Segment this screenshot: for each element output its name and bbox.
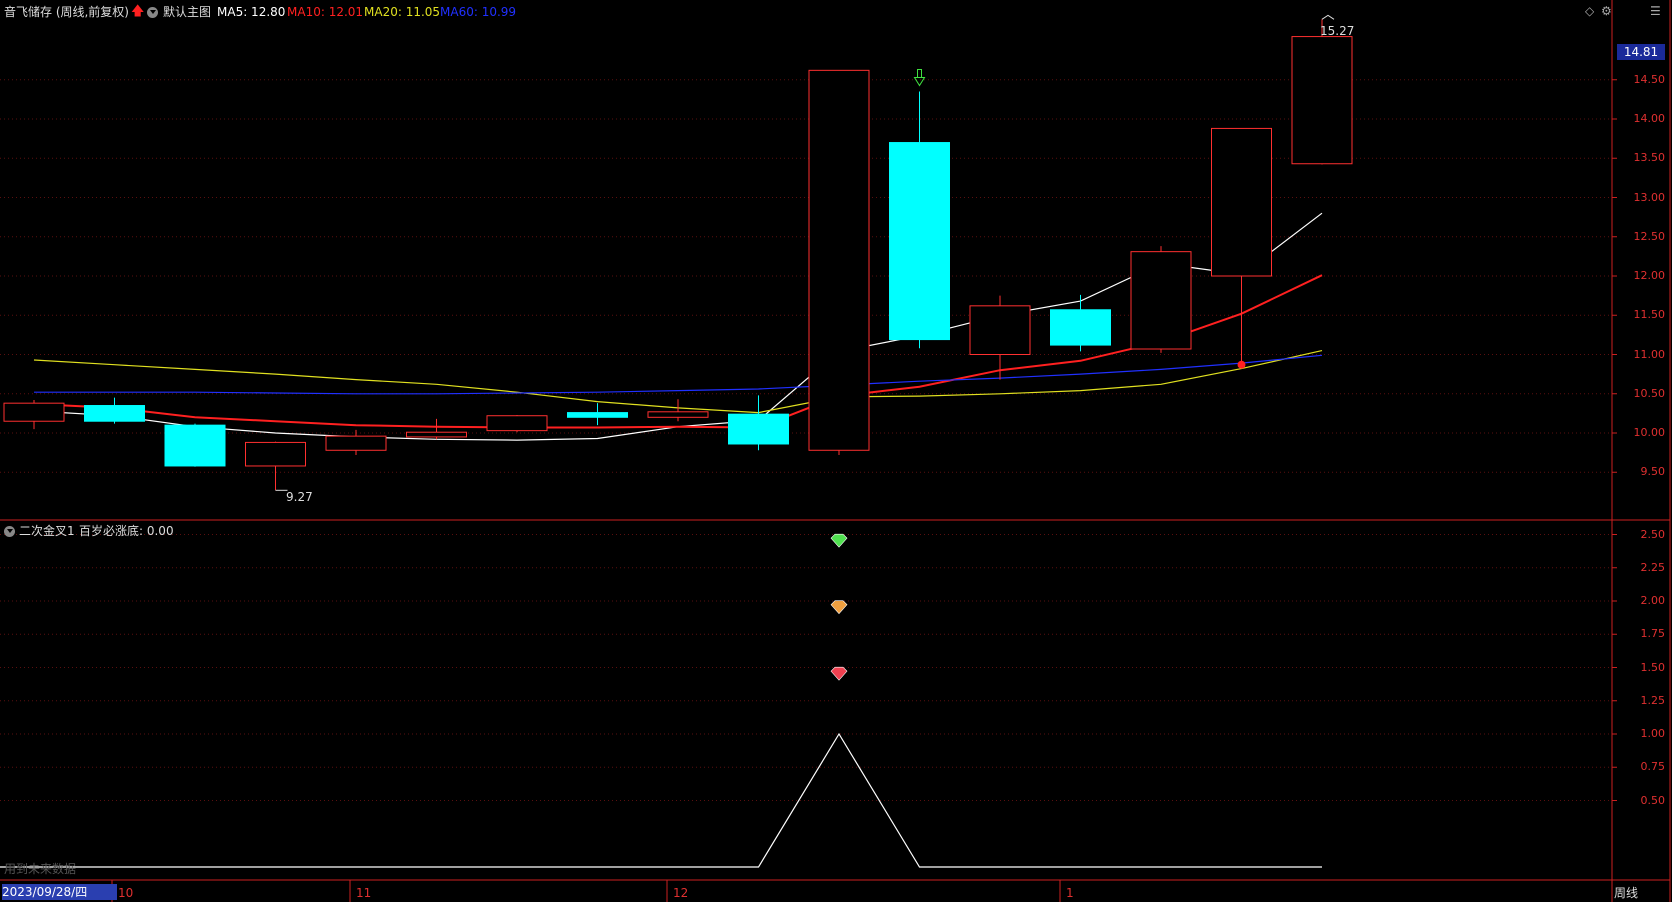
candle-body-up	[245, 441, 306, 467]
indicator-tick-label: 0.50	[1640, 793, 1666, 807]
diamond-icon[interactable]: ◇	[1585, 4, 1594, 18]
price-tick-label: 13.00	[1633, 190, 1666, 204]
candle-body-up	[808, 69, 870, 451]
cursor-date: 2023/09/28/四	[2, 884, 117, 900]
candle-body-up	[486, 415, 548, 432]
ma60-value: MA60: 10.99	[440, 5, 517, 19]
ma10-value: MA10: 12.01	[287, 5, 364, 19]
price-tick-label: 11.00	[1633, 347, 1666, 361]
candle-body-up	[406, 431, 467, 438]
candle-body-up	[647, 411, 709, 418]
indicator-tick-label: 1.25	[1640, 693, 1666, 707]
indicator-label[interactable]: 二次金叉1	[19, 524, 75, 538]
indicator-value: 百岁必涨底: 0.00	[79, 524, 174, 538]
candle-body-down	[889, 142, 950, 341]
indicator-tick-label: 2.25	[1640, 560, 1666, 574]
month-label-1: 1	[1066, 886, 1074, 900]
main-chart-label[interactable]: 默认主图	[163, 5, 211, 19]
indicator-tick-label: 1.00	[1640, 727, 1666, 740]
low-annotation: 9.27	[286, 490, 313, 504]
price-tick-label: 10.50	[1633, 386, 1666, 400]
candle-body-up	[3, 402, 65, 422]
stock-title[interactable]: 音飞储存 (周线,前复权)	[4, 5, 129, 19]
month-label-11: 11	[356, 886, 372, 900]
future-data-watermark: 用到未来数据	[4, 862, 77, 876]
candle-body-down	[1050, 309, 1111, 346]
price-tick-label: 12.00	[1633, 269, 1666, 282]
month-label-10: 10	[118, 886, 134, 900]
indicator-tick-label: 2.50	[1640, 527, 1666, 541]
gem-icon	[830, 600, 848, 615]
price-tick-label: 10.00	[1633, 426, 1666, 439]
signal-dot-icon	[1237, 360, 1246, 369]
indicator-dropdown-icon[interactable]	[4, 526, 15, 537]
indicator-tick-label: 1.50	[1640, 660, 1666, 674]
gem-icon	[830, 666, 848, 681]
indicator-tick-label: 0.75	[1640, 760, 1666, 774]
indicator-tick-label: 2.00	[1640, 594, 1666, 607]
candle-body-down	[84, 405, 145, 422]
gem-icon	[830, 533, 848, 548]
candle-body-down	[164, 424, 226, 467]
ma5-value: MA5: 12.80	[217, 5, 286, 19]
price-tick-label: 14.50	[1633, 72, 1666, 86]
high-pointer	[1321, 14, 1335, 20]
indicator-tick-label: 1.75	[1640, 627, 1666, 641]
ma20-value: MA20: 11.05	[364, 5, 441, 19]
candle-body-up	[1211, 127, 1272, 277]
ma-line-ma60	[34, 354, 1323, 395]
menu-icon[interactable]: ☰	[1650, 4, 1661, 18]
current-price-tag: 14.81	[1617, 44, 1665, 60]
candle-body-up	[969, 305, 1031, 355]
price-tick-label: 9.50	[1640, 465, 1666, 479]
candle-body-down	[728, 413, 789, 445]
dropdown-icon[interactable]	[147, 7, 158, 18]
stock-chart[interactable]	[0, 0, 1672, 902]
candle-body-up	[1130, 251, 1192, 350]
settings-icon[interactable]: ⚙	[1601, 4, 1612, 18]
price-tick-label: 13.50	[1633, 151, 1666, 165]
price-tick-label: 11.50	[1633, 308, 1666, 322]
price-tick-label: 14.00	[1633, 112, 1666, 125]
high-annotation: 15.27	[1320, 24, 1355, 38]
candle-body-up	[1291, 36, 1353, 165]
sell-signal-arrow-icon	[913, 69, 926, 87]
price-tick-label: 12.50	[1633, 229, 1666, 243]
month-label-12: 12	[673, 886, 689, 900]
period-label[interactable]: 周线	[1614, 886, 1638, 900]
up-arrow-icon: 🡅	[131, 4, 145, 19]
candle-body-down	[567, 412, 628, 418]
candle-body-up	[325, 435, 387, 451]
